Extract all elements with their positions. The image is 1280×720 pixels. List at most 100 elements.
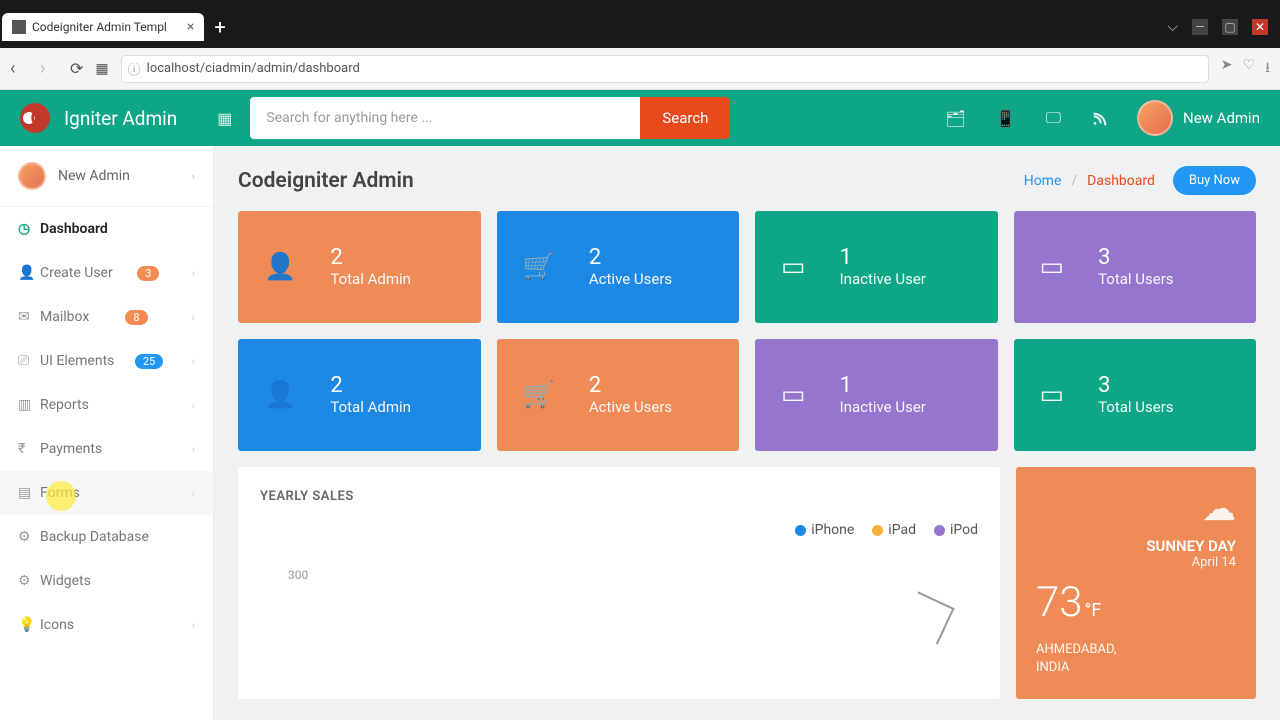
- briefcase-icon[interactable]: 🗂: [945, 109, 965, 128]
- sidebar-item-label: Backup Database: [40, 529, 149, 545]
- nav-back-button[interactable]: ‹: [10, 58, 28, 79]
- chevron-right-icon: ›: [192, 311, 195, 324]
- user-icon: 👤: [264, 380, 296, 410]
- stat-card[interactable]: 👤2Total Admin: [238, 211, 481, 323]
- legend-item[interactable]: iPhone: [795, 522, 854, 538]
- sidebar-item-label: Dashboard: [40, 221, 108, 237]
- window-controls: ⌵ — ▢ ✕: [1167, 19, 1278, 35]
- mail-icon: ✉: [18, 309, 40, 325]
- stat-label: Total Users: [1098, 270, 1173, 288]
- stat-card[interactable]: 👤2Total Admin: [238, 339, 481, 451]
- bar-icon: ▥: [18, 397, 40, 413]
- wallet-icon: ▭: [781, 252, 806, 282]
- url-bar[interactable]: ⓘ localhost/ciadmin/admin/dashboard: [121, 55, 1209, 83]
- sidebar-item-payments[interactable]: ₹Payments›: [0, 427, 213, 471]
- stat-value: 2: [589, 374, 672, 398]
- sidebar-item-label: Payments: [40, 441, 102, 457]
- new-tab-button[interactable]: +: [214, 15, 225, 39]
- app-header: C Igniter Admin ▦ Search 🗂 📱 🖵 New Admin: [0, 90, 1280, 146]
- legend-dot: [872, 525, 883, 536]
- browser-tab-strip: Codeigniter Admin Templ × + ⌵ — ▢ ✕: [0, 0, 1280, 48]
- sidebar-user-name: New Admin: [58, 168, 130, 184]
- stat-cards: 👤2Total Admin🛒2Active Users▭1Inactive Us…: [214, 211, 1280, 467]
- apps-grid-icon[interactable]: ▦: [95, 61, 108, 77]
- download-icon[interactable]: ⭳: [1265, 57, 1270, 81]
- breadcrumb-home[interactable]: Home: [1024, 173, 1062, 189]
- send-icon[interactable]: ➤: [1221, 57, 1233, 81]
- window-close-button[interactable]: ✕: [1252, 19, 1268, 35]
- page-header: Codeigniter Admin Home / Dashboard Buy N…: [214, 146, 1280, 211]
- search-wrap: Search: [250, 97, 730, 139]
- heart-icon[interactable]: ♡: [1243, 57, 1256, 81]
- stat-label: Active Users: [589, 398, 672, 416]
- sidebar-item-label: UI Elements: [40, 353, 114, 369]
- sidebar-item-label: Create User: [40, 265, 113, 281]
- stat-value: 2: [330, 246, 411, 270]
- weather-location: AHMEDABAD, INDIA: [1036, 641, 1236, 677]
- sidebar: New Admin › ◷Dashboard👤Create User3›✉Mai…: [0, 146, 214, 720]
- sidebar-item-label: Widgets: [40, 573, 91, 589]
- sidebar-item-label: Reports: [40, 397, 89, 413]
- window-chevron-icon[interactable]: ⌵: [1167, 19, 1178, 35]
- menu-grid-icon[interactable]: ▦: [217, 109, 232, 128]
- chevron-right-icon: ›: [192, 399, 195, 412]
- phone-icon[interactable]: 📱: [996, 109, 1016, 128]
- url-text: localhost/ciadmin/admin/dashboard: [147, 61, 1202, 76]
- reload-button[interactable]: ⟳: [70, 59, 83, 78]
- legend-item[interactable]: iPad: [872, 522, 916, 538]
- sidebar-item-backup-database[interactable]: ⚙Backup Database: [0, 515, 213, 559]
- sidebar-item-create-user[interactable]: 👤Create User3›: [0, 251, 213, 295]
- yearly-sales-chart: YEARLY SALES iPhoneiPadiPod 300: [238, 467, 1000, 699]
- stat-card[interactable]: 🛒2Active Users: [497, 339, 740, 451]
- wallet-icon: ▭: [1040, 380, 1065, 410]
- user-name: New Admin: [1183, 109, 1260, 127]
- rss-icon[interactable]: [1091, 109, 1107, 128]
- wallet-icon: ▭: [781, 380, 806, 410]
- badge: 8: [125, 310, 147, 325]
- weather-icon: ☁: [1036, 489, 1236, 529]
- chevron-right-icon: ›: [192, 267, 195, 280]
- chevron-right-icon: ›: [192, 443, 195, 456]
- sidebar-item-mailbox[interactable]: ✉Mailbox8›: [0, 295, 213, 339]
- stat-value: 1: [840, 374, 926, 398]
- search-button[interactable]: Search: [640, 97, 730, 139]
- sidebar-user[interactable]: New Admin ›: [0, 146, 213, 207]
- gear-icon: ⚙: [18, 573, 40, 589]
- legend-item[interactable]: iPod: [934, 522, 978, 538]
- logo-icon[interactable]: C: [20, 103, 50, 133]
- weather-unit: °F: [1085, 600, 1102, 621]
- dashboard-icon: ◷: [18, 221, 40, 237]
- sidebar-item-reports[interactable]: ▥Reports ›: [0, 383, 213, 427]
- monitor-icon[interactable]: 🖵: [1046, 108, 1061, 128]
- sidebar-item-forms[interactable]: ▤Forms›: [0, 471, 213, 515]
- search-input[interactable]: [250, 97, 640, 139]
- sidebar-item-ui-elements[interactable]: ⎚UI Elements25›: [0, 339, 213, 383]
- avatar: [1137, 100, 1173, 136]
- user-menu[interactable]: New Admin: [1137, 100, 1260, 136]
- tab-close-icon[interactable]: ×: [187, 19, 194, 35]
- stat-label: Total Admin: [330, 398, 411, 416]
- stat-value: 3: [1098, 374, 1173, 398]
- stat-card[interactable]: ▭3Total Users: [1014, 339, 1257, 451]
- sidebar-item-icons[interactable]: 💡Icons›: [0, 603, 213, 647]
- stat-card[interactable]: ▭ 1Inactive User: [755, 339, 998, 451]
- gear-icon: ⚙: [18, 529, 40, 545]
- window-minimize-button[interactable]: —: [1192, 19, 1208, 35]
- stat-card[interactable]: 🛒2Active Users: [497, 211, 740, 323]
- stat-card[interactable]: ▭3Total Users: [1014, 211, 1257, 323]
- window-maximize-button[interactable]: ▢: [1222, 19, 1238, 35]
- toolbar-icons: ➤ ♡ ⭳: [1221, 57, 1270, 81]
- sidebar-item-dashboard[interactable]: ◷Dashboard: [0, 207, 213, 251]
- browser-tab[interactable]: Codeigniter Admin Templ ×: [2, 13, 204, 41]
- stat-label: Inactive User: [840, 398, 926, 416]
- stat-label: Active Users: [589, 270, 672, 288]
- buy-now-button[interactable]: Buy Now: [1173, 166, 1256, 195]
- nav-forward-button[interactable]: ›: [40, 58, 58, 79]
- chevron-right-icon: ›: [192, 170, 195, 183]
- sidebar-item-widgets[interactable]: ⚙Widgets: [0, 559, 213, 603]
- stat-card[interactable]: ▭1Inactive User: [755, 211, 998, 323]
- stat-value: 1: [840, 246, 926, 270]
- site-info-icon[interactable]: ⓘ: [128, 59, 141, 78]
- weather-condition: SUNNEY DAY: [1036, 537, 1236, 555]
- weather-date: April 14: [1036, 555, 1236, 570]
